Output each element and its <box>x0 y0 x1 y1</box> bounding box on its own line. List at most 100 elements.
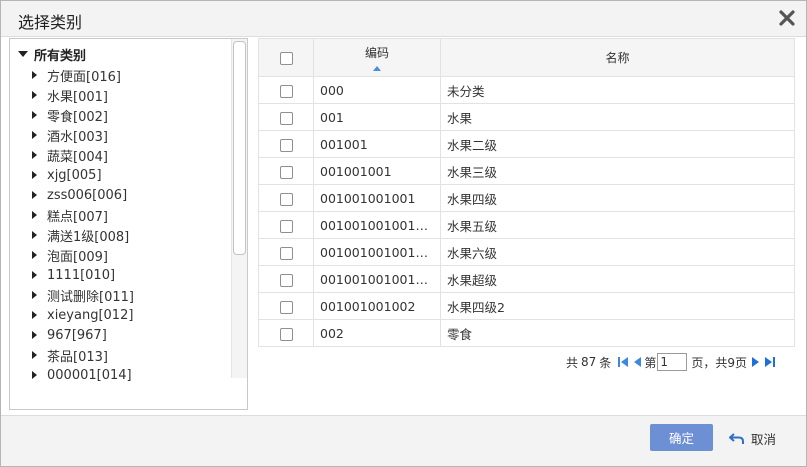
tree-node-label: zss006[006] <box>47 187 128 203</box>
close-icon[interactable] <box>778 9 796 27</box>
expanded-arrow-icon[interactable] <box>18 51 28 57</box>
select-all-checkbox[interactable] <box>279 51 293 65</box>
pager-total-count: 87 <box>581 355 597 369</box>
tree-node[interactable]: 蔬菜[004] <box>32 145 232 165</box>
collapsed-arrow-icon[interactable] <box>32 171 37 179</box>
row-select-cell <box>258 211 314 239</box>
tree-node[interactable]: 酒水[003] <box>32 125 232 145</box>
collapsed-arrow-icon[interactable] <box>32 311 37 319</box>
first-page-icon[interactable] <box>616 355 630 369</box>
collapsed-arrow-icon[interactable] <box>32 111 37 119</box>
row-checkbox[interactable] <box>279 246 293 260</box>
row-checkbox[interactable] <box>279 192 293 206</box>
undo-icon <box>729 433 744 444</box>
tree-node[interactable]: 方便面[016] <box>32 65 232 85</box>
cancel-button-label: 取消 <box>751 431 777 447</box>
next-page-icon[interactable] <box>749 355 763 369</box>
cell-code: 000 <box>313 76 441 104</box>
row-checkbox[interactable] <box>279 219 293 233</box>
tree-node[interactable]: 000001[014] <box>32 365 232 385</box>
tree-node[interactable]: 泡面[009] <box>32 245 232 265</box>
table-row[interactable]: 001001 水果二级 <box>258 130 795 158</box>
table-row[interactable]: 001001001 水果三级 <box>258 157 795 185</box>
tree-node[interactable]: xieyang[012] <box>32 305 232 325</box>
table-row[interactable]: 002 零食 <box>258 319 795 347</box>
tree-node[interactable]: 967[967] <box>32 325 232 345</box>
tree-node-label: 水果[001] <box>47 89 108 105</box>
tree-node[interactable]: 零食[002] <box>32 105 232 125</box>
pager-page-suffix: 页，共9页 <box>691 355 747 370</box>
row-select-cell <box>258 76 314 104</box>
table-row[interactable]: 001001001001001 水果五级 <box>258 211 795 239</box>
collapsed-arrow-icon[interactable] <box>32 151 37 159</box>
cell-code: 001001001002 <box>313 292 441 320</box>
cell-name: 水果二级 <box>440 130 795 158</box>
row-checkbox[interactable] <box>279 327 293 341</box>
cell-name: 水果六级 <box>440 238 795 266</box>
table-row[interactable]: 001001001002 水果四级2 <box>258 292 795 320</box>
collapsed-arrow-icon[interactable] <box>32 211 37 219</box>
collapsed-arrow-icon[interactable] <box>32 231 37 239</box>
row-select-cell <box>258 292 314 320</box>
collapsed-arrow-icon[interactable] <box>32 131 37 139</box>
tree-node[interactable]: 糕点[007] <box>32 205 232 225</box>
tree-node[interactable]: 1111[010] <box>32 265 232 285</box>
table-row[interactable]: 001001001001001... 水果超级 <box>258 265 795 293</box>
collapsed-arrow-icon[interactable] <box>32 251 37 259</box>
cancel-button[interactable]: 取消 <box>729 426 776 450</box>
dialog-footer: 确定 取消 <box>1 415 806 466</box>
prev-page-icon[interactable] <box>630 355 644 369</box>
table-row[interactable]: 000 未分类 <box>258 76 795 104</box>
row-checkbox[interactable] <box>279 300 293 314</box>
tree-scrollbar[interactable] <box>231 39 247 378</box>
row-checkbox[interactable] <box>279 273 293 287</box>
tree-node[interactable]: 水果[001] <box>32 85 232 105</box>
collapsed-arrow-icon[interactable] <box>32 371 37 379</box>
collapsed-arrow-icon[interactable] <box>32 71 37 79</box>
tree-node[interactable]: xjg[005] <box>32 165 232 185</box>
row-checkbox[interactable] <box>279 138 293 152</box>
collapsed-arrow-icon[interactable] <box>32 271 37 279</box>
tree-node-label: 方便面[016] <box>47 69 121 85</box>
tree-node[interactable]: zss006[006] <box>32 185 232 205</box>
collapsed-arrow-icon[interactable] <box>32 91 37 99</box>
tree-root[interactable]: 所有类别 <box>18 45 86 64</box>
table-row[interactable]: 001001001001 水果四级 <box>258 184 795 212</box>
pager-page-prefix: 第 <box>644 355 657 370</box>
tree-node[interactable]: 满送1级[008] <box>32 225 232 245</box>
category-tree: 所有类别 方便面[016] 水果[001] 零食[002] 酒水[003] 蔬菜[004… <box>9 38 248 410</box>
sort-ascending-icon <box>373 66 381 71</box>
collapsed-arrow-icon[interactable] <box>32 331 37 339</box>
table-row[interactable]: 001 水果 <box>258 103 795 131</box>
column-header-name-label: 名称 <box>605 51 630 65</box>
row-select-cell <box>258 238 314 266</box>
confirm-button[interactable]: 确定 <box>650 424 713 451</box>
row-checkbox[interactable] <box>279 111 293 125</box>
last-page-icon[interactable] <box>763 355 777 369</box>
tree-scroll-thumb[interactable] <box>233 41 246 255</box>
collapsed-arrow-icon[interactable] <box>32 291 37 299</box>
tree-node[interactable]: 测试删除[011] <box>32 285 232 305</box>
cell-name: 未分类 <box>440 76 795 104</box>
collapsed-arrow-icon[interactable] <box>32 191 37 199</box>
cell-code: 001001001 <box>313 157 441 185</box>
collapsed-arrow-icon[interactable] <box>32 351 37 359</box>
column-header-name[interactable]: 名称 <box>440 38 795 77</box>
cell-code: 001001001001 <box>313 184 441 212</box>
table-row[interactable]: 001001001001001... 水果六级 <box>258 238 795 266</box>
dialog-titlebar: 选择类别 <box>1 1 806 37</box>
row-checkbox[interactable] <box>279 165 293 179</box>
tree-node[interactable]: 茶品[013] <box>32 345 232 365</box>
cell-code: 001001001001001 <box>313 211 441 239</box>
tree-node-label: 满送1级[008] <box>47 229 130 245</box>
tree-node-label: 967[967] <box>47 327 107 343</box>
cell-name: 水果四级 <box>440 184 795 212</box>
cell-code: 002 <box>313 319 441 347</box>
row-select-cell <box>258 157 314 185</box>
tree-node-list: 方便面[016] 水果[001] 零食[002] 酒水[003] 蔬菜[004] xjg[… <box>32 65 232 385</box>
column-header-code[interactable]: 编码 <box>313 38 441 77</box>
select-category-dialog: 选择类别 所有类别 方便面[016] 水果[001] 零食[002] 酒水[003] 蔬… <box>0 0 807 467</box>
row-checkbox[interactable] <box>279 84 293 98</box>
page-number-input[interactable] <box>657 353 688 371</box>
category-table: 编码 名称 000 未分类 001 水果 001001 水果二级 001001001 水果三级… <box>258 38 795 347</box>
